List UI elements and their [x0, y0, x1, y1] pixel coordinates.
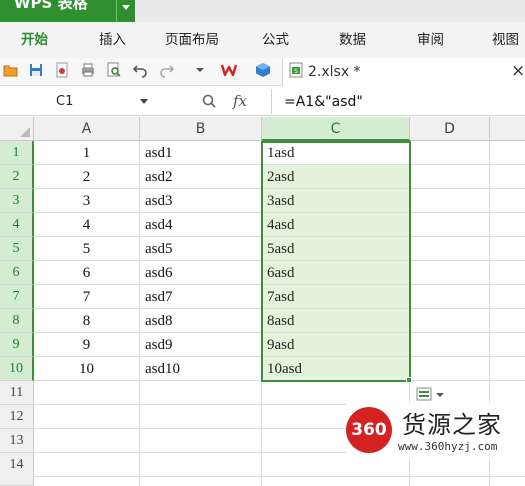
cell-b10[interactable]: asd10 — [140, 357, 262, 381]
name-box[interactable]: C1 — [0, 90, 150, 114]
row-header[interactable]: 8 — [0, 309, 34, 333]
cell-b8[interactable]: asd8 — [140, 309, 262, 333]
redo-icon[interactable] — [159, 62, 175, 78]
cell-b6[interactable]: asd6 — [140, 261, 262, 285]
file-tab-label[interactable]: 2.xlsx * — [308, 58, 361, 86]
cell-a1[interactable]: 1 — [34, 141, 140, 165]
cell-a10[interactable]: 10 — [34, 357, 140, 381]
spreadsheet-file-icon: S — [289, 62, 303, 78]
formula-input[interactable]: =A1&"asd" — [272, 87, 363, 116]
tab-home[interactable]: 开始 — [21, 22, 48, 58]
row-header[interactable]: 4 — [0, 213, 34, 237]
app-title: WPS 表格 — [14, 0, 88, 12]
app-menu-button[interactable]: WPS 表格 — [0, 0, 135, 22]
cell-b2[interactable]: asd2 — [140, 165, 262, 189]
column-header-c[interactable]: C — [262, 117, 410, 141]
row-header[interactable]: 13 — [0, 429, 34, 453]
close-tab-icon[interactable]: × — [511, 58, 525, 86]
row-header[interactable]: 3 — [0, 189, 34, 213]
print-icon[interactable] — [80, 62, 96, 78]
cell-b7[interactable]: asd7 — [140, 285, 262, 309]
row-header[interactable]: 14 — [0, 453, 34, 486]
zoom-search-icon[interactable] — [201, 93, 217, 109]
tab-insert[interactable]: 插入 — [99, 22, 126, 58]
column-header-d[interactable]: D — [410, 117, 490, 141]
cell-a9[interactable]: 9 — [34, 333, 140, 357]
cell-a4[interactable]: 4 — [34, 213, 140, 237]
gridline-c — [261, 381, 262, 486]
row-header[interactable]: 9 — [0, 333, 34, 357]
cell-a8[interactable]: 8 — [34, 309, 140, 333]
row-header[interactable]: 2 — [0, 165, 34, 189]
cell-b1[interactable]: asd1 — [140, 141, 262, 165]
save-icon[interactable] — [28, 62, 44, 78]
row-header[interactable]: 1 — [0, 141, 34, 165]
cell-a6[interactable]: 6 — [34, 261, 140, 285]
row-header[interactable]: 5 — [0, 237, 34, 261]
row-header[interactable]: 6 — [0, 261, 34, 285]
row-header[interactable]: 11 — [0, 381, 34, 405]
tab-view[interactable]: 视图 — [492, 22, 519, 58]
row-header[interactable]: 10 — [0, 357, 34, 381]
selection-range — [261, 141, 411, 382]
cell-a2[interactable]: 2 — [34, 165, 140, 189]
tab-formulas[interactable]: 公式 — [262, 22, 289, 58]
cell-b5[interactable]: asd5 — [140, 237, 262, 261]
print-preview-icon[interactable] — [106, 62, 122, 78]
gridline-b — [139, 381, 140, 486]
select-all-corner[interactable] — [0, 117, 34, 141]
row-header[interactable]: 7 — [0, 285, 34, 309]
watermark-logo: 360 — [351, 420, 387, 440]
cell-b3[interactable]: asd3 — [140, 189, 262, 213]
tab-data[interactable]: 数据 — [339, 22, 366, 58]
column-header-a[interactable]: A — [34, 117, 140, 141]
watermark-url: www.360hyzj.com — [398, 440, 498, 453]
cell-a7[interactable]: 7 — [34, 285, 140, 309]
export-pdf-icon[interactable] — [54, 62, 70, 78]
wps-logo-icon[interactable] — [221, 62, 237, 78]
cloud-cube-icon[interactable] — [255, 62, 271, 78]
fill-handle[interactable] — [406, 377, 412, 383]
tab-page-layout[interactable]: 页面布局 — [165, 22, 219, 58]
name-box-dropdown-icon[interactable] — [140, 99, 148, 105]
auto-fill-options-icon[interactable] — [416, 386, 448, 404]
cell-b9[interactable]: asd9 — [140, 333, 262, 357]
svg-text:S: S — [294, 68, 298, 75]
insert-function-button[interactable]: fx — [233, 87, 247, 116]
column-header-b[interactable]: B — [140, 117, 262, 141]
row-header[interactable]: 12 — [0, 405, 34, 429]
tab-review[interactable]: 审阅 — [417, 22, 444, 58]
select-all-triangle-icon — [20, 127, 30, 137]
watermark-title: 货源之家 — [402, 411, 502, 439]
name-box-value: C1 — [56, 94, 74, 109]
toolbar-dropdown-icon[interactable] — [192, 62, 208, 78]
undo-icon[interactable] — [132, 62, 148, 78]
cell-b4[interactable]: asd4 — [140, 213, 262, 237]
app-menu-dropdown-icon[interactable] — [116, 0, 135, 22]
column-header-e[interactable] — [490, 117, 525, 141]
cell-a3[interactable]: 3 — [34, 189, 140, 213]
open-folder-icon[interactable] — [3, 62, 19, 78]
cell-a5[interactable]: 5 — [34, 237, 140, 261]
